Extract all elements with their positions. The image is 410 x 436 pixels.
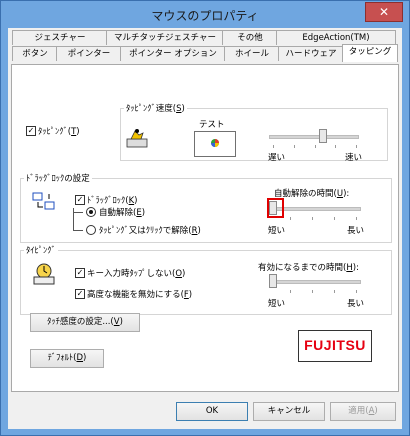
speed-tick: [273, 145, 274, 148]
drag-tick: [290, 217, 291, 220]
drag-long-label: 長い: [347, 226, 365, 236]
tap-release-label: ﾀｯﾋﾟﾝｸﾞ又はｸﾘｯｸで解除(R): [99, 226, 201, 236]
tapping-tab-panel: ✓ ﾀｯﾋﾟﾝｸﾞ(T) ﾀｯﾋﾟﾝｸﾞ速度(S) テスト 遅い 速い ﾄﾞﾗｯ…: [11, 64, 399, 392]
tap-release-radio[interactable]: [86, 225, 96, 235]
cancel-button[interactable]: キャンセル: [253, 402, 325, 421]
drag-lock-icon: [32, 191, 56, 213]
tapping-speed-track[interactable]: [269, 135, 359, 139]
disable-advanced-checkbox[interactable]: ✓: [75, 289, 85, 299]
type-tick: [290, 290, 291, 293]
speed-tick: [335, 145, 336, 148]
keyboard-timer-icon: [32, 262, 56, 286]
tab-buttons[interactable]: ボタン: [12, 46, 58, 61]
speed-slow-label: 遅い: [268, 153, 286, 163]
tapping-hand-icon: [125, 127, 151, 151]
tab-other[interactable]: その他: [222, 30, 278, 45]
tapping-checkbox[interactable]: ✓: [26, 126, 36, 136]
tapping-speed-label: ﾀｯﾋﾟﾝｸﾞ速度(S): [124, 102, 187, 114]
key-input-no-tap-label: キー入力時ﾀｯﾌﾟしない(O): [87, 269, 186, 279]
tab-pointer[interactable]: ポインター: [56, 46, 122, 61]
auto-release-radio[interactable]: [86, 207, 96, 217]
window-title: マウスのプロパティ: [151, 9, 259, 23]
drag-tick: [312, 217, 313, 220]
drag-tick: [334, 217, 335, 220]
dialog-client: ジェスチャー マルチタッチジェスチャー その他 EdgeAction(TM) ボ…: [8, 28, 402, 429]
tab-pointer-options[interactable]: ポインター オプション: [120, 46, 226, 61]
tapping-test-area[interactable]: [194, 131, 236, 157]
typing-group-label: ﾀｲﾋﾟﾝｸﾞ: [24, 244, 58, 256]
tab-edgeaction[interactable]: EdgeAction(TM): [276, 30, 396, 45]
highlight-box: [267, 198, 284, 218]
auto-release-label: 自動解除(E): [99, 208, 146, 218]
type-long-label: 長い: [347, 299, 365, 309]
drag-lock-checkbox[interactable]: ✓: [75, 195, 85, 205]
title-bar[interactable]: マウスのプロパティ ✕: [1, 1, 409, 27]
test-pie-icon: [211, 139, 219, 147]
type-tick: [312, 290, 313, 293]
enable-time-track[interactable]: [269, 280, 361, 284]
drag-lock-group-label: ﾄﾞﾗｯｸﾞﾛｯｸの設定: [24, 172, 92, 184]
tab-tapping[interactable]: タッピング: [342, 44, 398, 62]
tapping-checkbox-label: ﾀｯﾋﾟﾝｸﾞ(T): [38, 127, 80, 137]
fujitsu-logo: FUJITSU: [298, 330, 372, 362]
drag-tick: [356, 217, 357, 220]
tree-branch: [73, 230, 83, 231]
type-tick: [356, 290, 357, 293]
ok-button[interactable]: OK: [176, 402, 248, 421]
close-button[interactable]: ✕: [365, 2, 403, 22]
tab-hardware[interactable]: ハードウェア: [278, 46, 344, 61]
tab-gesture[interactable]: ジェスチャー: [12, 30, 108, 45]
apply-button[interactable]: 適用(A): [330, 402, 396, 421]
tree-branch: [73, 212, 83, 213]
mouse-properties-window: マウスのプロパティ ✕ ジェスチャー マルチタッチジェスチャー その他 Edge…: [0, 0, 410, 436]
tab-multitouch-gesture[interactable]: マルチタッチジェスチャー: [106, 30, 224, 45]
touch-sensitivity-button[interactable]: ﾀｯﾁ感度の設定...(V): [30, 313, 140, 332]
enable-time-label: 有効になるまでの時間(H):: [258, 263, 359, 273]
drag-short-label: 短い: [268, 226, 286, 236]
tapping-speed-slider-thumb[interactable]: [318, 129, 327, 143]
speed-tick: [356, 145, 357, 148]
key-input-no-tap-checkbox[interactable]: ✓: [75, 268, 85, 278]
type-tick: [334, 290, 335, 293]
default-button[interactable]: ﾃﾞﾌｫﾙﾄ(D): [30, 349, 104, 368]
speed-fast-label: 速い: [345, 153, 363, 163]
test-label: テスト: [199, 120, 225, 130]
speed-tick: [315, 145, 316, 148]
disable-advanced-label: 高度な機能を無効にする(F): [87, 290, 193, 300]
speed-tick: [294, 145, 295, 148]
auto-release-time-label: 自動解除の時間(U):: [274, 189, 350, 199]
enable-time-slider-thumb[interactable]: [269, 274, 277, 288]
drag-lock-label: ﾄﾞﾗｯｸﾞﾛｯｸ(K): [87, 196, 138, 206]
tab-wheel[interactable]: ホイール: [224, 46, 280, 61]
type-short-label: 短い: [268, 299, 286, 309]
